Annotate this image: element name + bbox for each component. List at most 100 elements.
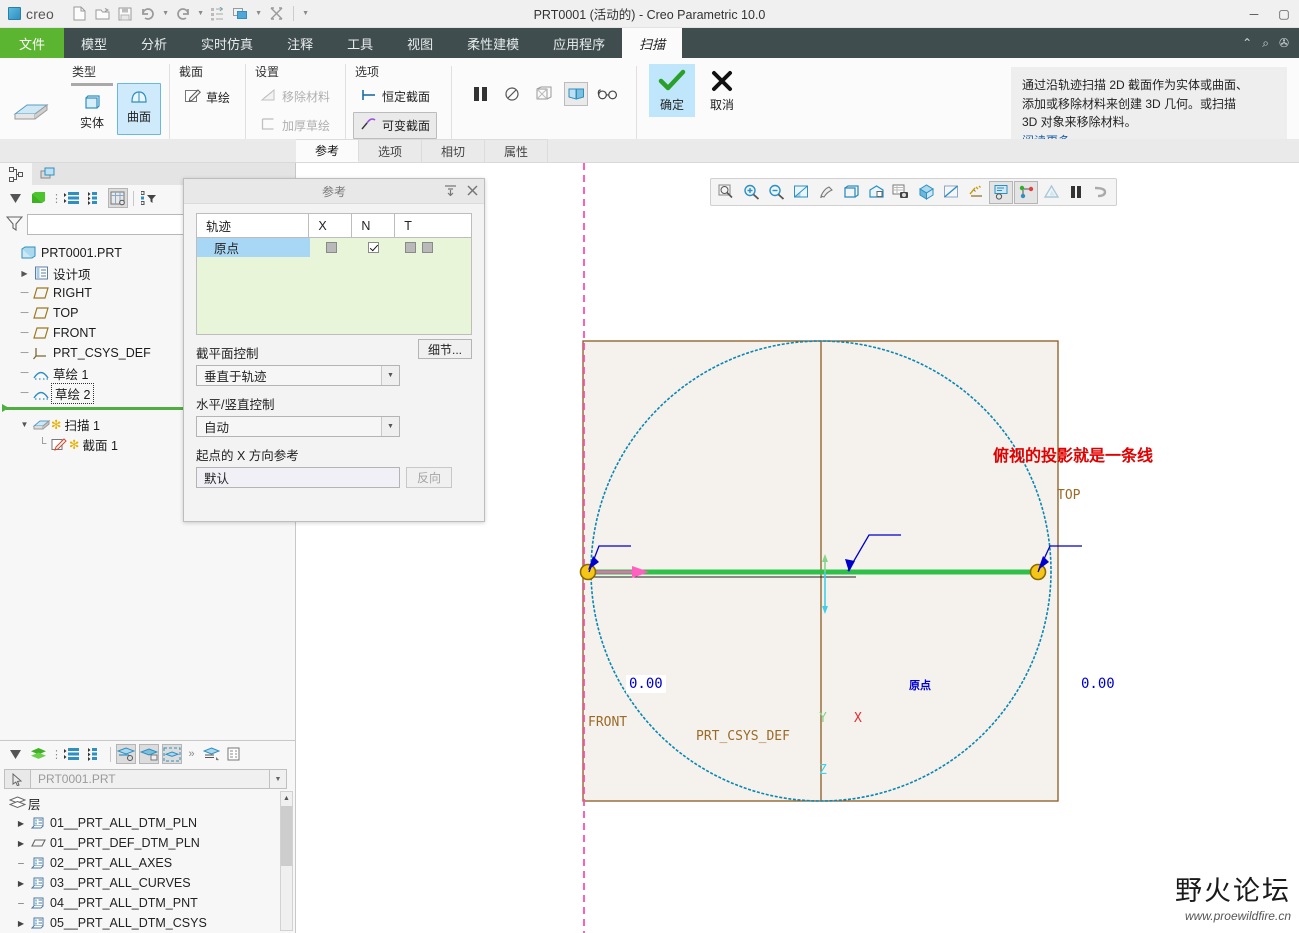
spin-center-icon[interactable] <box>1014 180 1038 204</box>
dashboard-tab-properties[interactable]: 属性 <box>485 139 549 162</box>
layer-model-combo[interactable]: PRT0001.PRT <box>30 769 270 789</box>
window-dropdown-arrow-icon[interactable]: ▼ <box>253 3 264 25</box>
ribbon-tab-bar[interactable]: 文件 模型 分析 实时仿真 注释 工具 视图 柔性建模 应用程序 扫描 ⌃ ⌕ … <box>0 28 1299 58</box>
layer-toolbar[interactable]: ⋮ » <box>0 741 295 767</box>
layer-model-selector-row[interactable]: PRT0001.PRT ▼ <box>0 767 295 791</box>
layer-properties-icon[interactable] <box>201 744 221 764</box>
glasses-preview-icon[interactable] <box>596 82 620 106</box>
maximize-button[interactable]: ▢ <box>1269 0 1299 28</box>
annotation-display-icon[interactable] <box>989 180 1013 204</box>
sketch-button[interactable]: 草绘 <box>177 83 237 111</box>
undo-icon[interactable] <box>137 3 159 25</box>
ribbon-tab-flexible-modeling[interactable]: 柔性建模 <box>450 28 536 58</box>
refit-icon[interactable] <box>789 181 813 204</box>
layer-item[interactable]: ─ 02__PRT_ALL_AXES <box>0 853 295 873</box>
x-checkbox-cell[interactable] <box>310 238 352 257</box>
undo-dropdown-arrow-icon[interactable]: ▼ <box>160 3 171 25</box>
layer-collapse-all-icon[interactable] <box>85 744 105 764</box>
chevron-down-icon[interactable]: ▼ <box>381 417 399 436</box>
open-file-icon[interactable] <box>91 3 113 25</box>
chevron-down-icon[interactable]: ▼ <box>381 366 399 385</box>
hide-layer-icon[interactable] <box>139 744 159 764</box>
remove-material-button[interactable]: 移除材料 <box>253 83 337 110</box>
zoom-area-icon[interactable] <box>714 181 738 204</box>
confirm-button[interactable]: 确定 <box>649 64 696 117</box>
dashboard-tab-reference[interactable]: 参考 <box>296 139 360 162</box>
display-style-icon[interactable] <box>914 181 938 204</box>
help-icon[interactable]: ✇ <box>1279 36 1289 50</box>
save-icon[interactable] <box>114 3 136 25</box>
ribbon-right-icons[interactable]: ⌃ ⌕ ✇ <box>1242 28 1295 58</box>
expander-icon[interactable]: ▶ <box>14 839 28 848</box>
minimize-button[interactable]: － <box>1239 0 1269 28</box>
ribbon-tab-annotate[interactable]: 注释 <box>270 28 330 58</box>
collapse-all-icon[interactable] <box>85 188 105 208</box>
horizontal-vertical-control-combo[interactable]: 自动 ▼ <box>196 416 400 437</box>
model-tree-tab[interactable] <box>0 163 32 185</box>
resume-icon[interactable] <box>1089 181 1113 204</box>
expander-icon[interactable]: ▼ <box>18 420 31 429</box>
ribbon-tab-analysis[interactable]: 分析 <box>124 28 184 58</box>
appearance-icon[interactable] <box>1039 181 1063 204</box>
ribbon-tab-applications[interactable]: 应用程序 <box>536 28 622 58</box>
flip-direction-button[interactable]: 反向 <box>406 467 452 488</box>
dimension-value-start[interactable]: 0.00 <box>626 675 666 693</box>
section-plane-control-combo[interactable]: 垂直于轨迹 ▼ <box>196 365 400 386</box>
dashboard-tab-options[interactable]: 选项 <box>359 139 423 162</box>
variable-section-button[interactable]: 可变截面 <box>353 112 438 139</box>
chevron-up-icon[interactable]: ⌃ <box>1242 36 1252 50</box>
qat-customize-arrow-icon[interactable]: ▼ <box>300 3 311 25</box>
zoom-in-icon[interactable] <box>739 181 763 204</box>
close-icon[interactable] <box>467 184 478 199</box>
layer-item[interactable]: ▶ 01__PRT_DEF_DTM_PLN <box>0 833 295 853</box>
pause-icon[interactable] <box>468 82 492 106</box>
dock-icon[interactable] <box>444 184 457 199</box>
layer-item[interactable]: ─ 04__PRT_ALL_DTM_PNT <box>0 893 295 913</box>
type-solid-button[interactable]: 实体 <box>70 89 114 135</box>
layer-report-icon[interactable] <box>224 744 244 764</box>
trajectory-name-cell[interactable]: 原点 <box>197 238 311 257</box>
cursor-arrow-icon[interactable] <box>4 769 30 789</box>
wireframe-preview-icon[interactable] <box>532 82 556 106</box>
expander-icon[interactable]: ▶ <box>14 919 28 928</box>
layer-item[interactable]: ▶ 03__PRT_ALL_CURVES <box>0 873 295 893</box>
scrollbar-thumb[interactable] <box>281 806 292 866</box>
n-checkbox[interactable] <box>368 242 380 253</box>
view-manager-icon[interactable] <box>864 181 888 204</box>
search-icon[interactable]: ⌕ <box>1262 36 1269 51</box>
chevron-down-icon[interactable]: ▼ <box>270 769 287 789</box>
green-cube-icon[interactable] <box>28 188 48 208</box>
layers-stack-icon[interactable] <box>28 744 48 764</box>
scroll-up-button[interactable]: ▲ <box>281 792 292 805</box>
layer-settings-arrow-icon[interactable] <box>5 744 25 764</box>
type-surface-button[interactable]: 曲面 <box>117 83 161 135</box>
layer-item[interactable]: ▶ 01__PRT_ALL_DTM_PLN <box>0 813 295 833</box>
reference-trajectory-table[interactable]: 轨迹 X N T 原点 <box>196 213 472 335</box>
graphics-toolbar[interactable] <box>710 178 1117 206</box>
close-window-icon[interactable] <box>265 3 287 25</box>
isolate-layer-icon[interactable] <box>162 744 182 764</box>
layer-expand-all-icon[interactable] <box>62 744 82 764</box>
pause-icon[interactable] <box>1064 181 1088 204</box>
tree-filter-icon[interactable] <box>139 188 159 208</box>
ribbon-tab-sweep[interactable]: 扫描 <box>622 28 683 58</box>
ribbon-tab-tools[interactable]: 工具 <box>330 28 390 58</box>
layer-list[interactable]: 层 ▶ 01__PRT_ALL_DTM_PLN ▶ 01__PRT_DEF_DT… <box>0 791 295 931</box>
tree-settings-arrow-icon[interactable] <box>5 188 25 208</box>
saved-orientations-icon[interactable] <box>839 181 863 204</box>
show-layer-icon[interactable] <box>116 744 136 764</box>
table-row[interactable]: 原点 <box>197 238 471 257</box>
layer-item[interactable]: ▶ 05__PRT_ALL_DTM_CSYS <box>0 913 295 931</box>
expander-icon[interactable]: ▶ <box>14 879 28 888</box>
zoom-out-icon[interactable] <box>764 181 788 204</box>
dashboard-tab-tangency[interactable]: 相切 <box>422 139 486 162</box>
n-checkbox-cell[interactable] <box>353 238 395 257</box>
new-file-icon[interactable] <box>68 3 90 25</box>
expander-icon[interactable]: ▶ <box>18 269 31 278</box>
layer-root[interactable]: 层 <box>0 793 295 813</box>
t-checkbox-2[interactable] <box>421 242 433 253</box>
redo-icon[interactable] <box>172 3 194 25</box>
datum-display-icon[interactable] <box>964 181 988 204</box>
dashboard-tabs[interactable]: 参考 选项 相切 属性 <box>296 139 549 162</box>
ribbon-tab-live-sim[interactable]: 实时仿真 <box>184 28 270 58</box>
